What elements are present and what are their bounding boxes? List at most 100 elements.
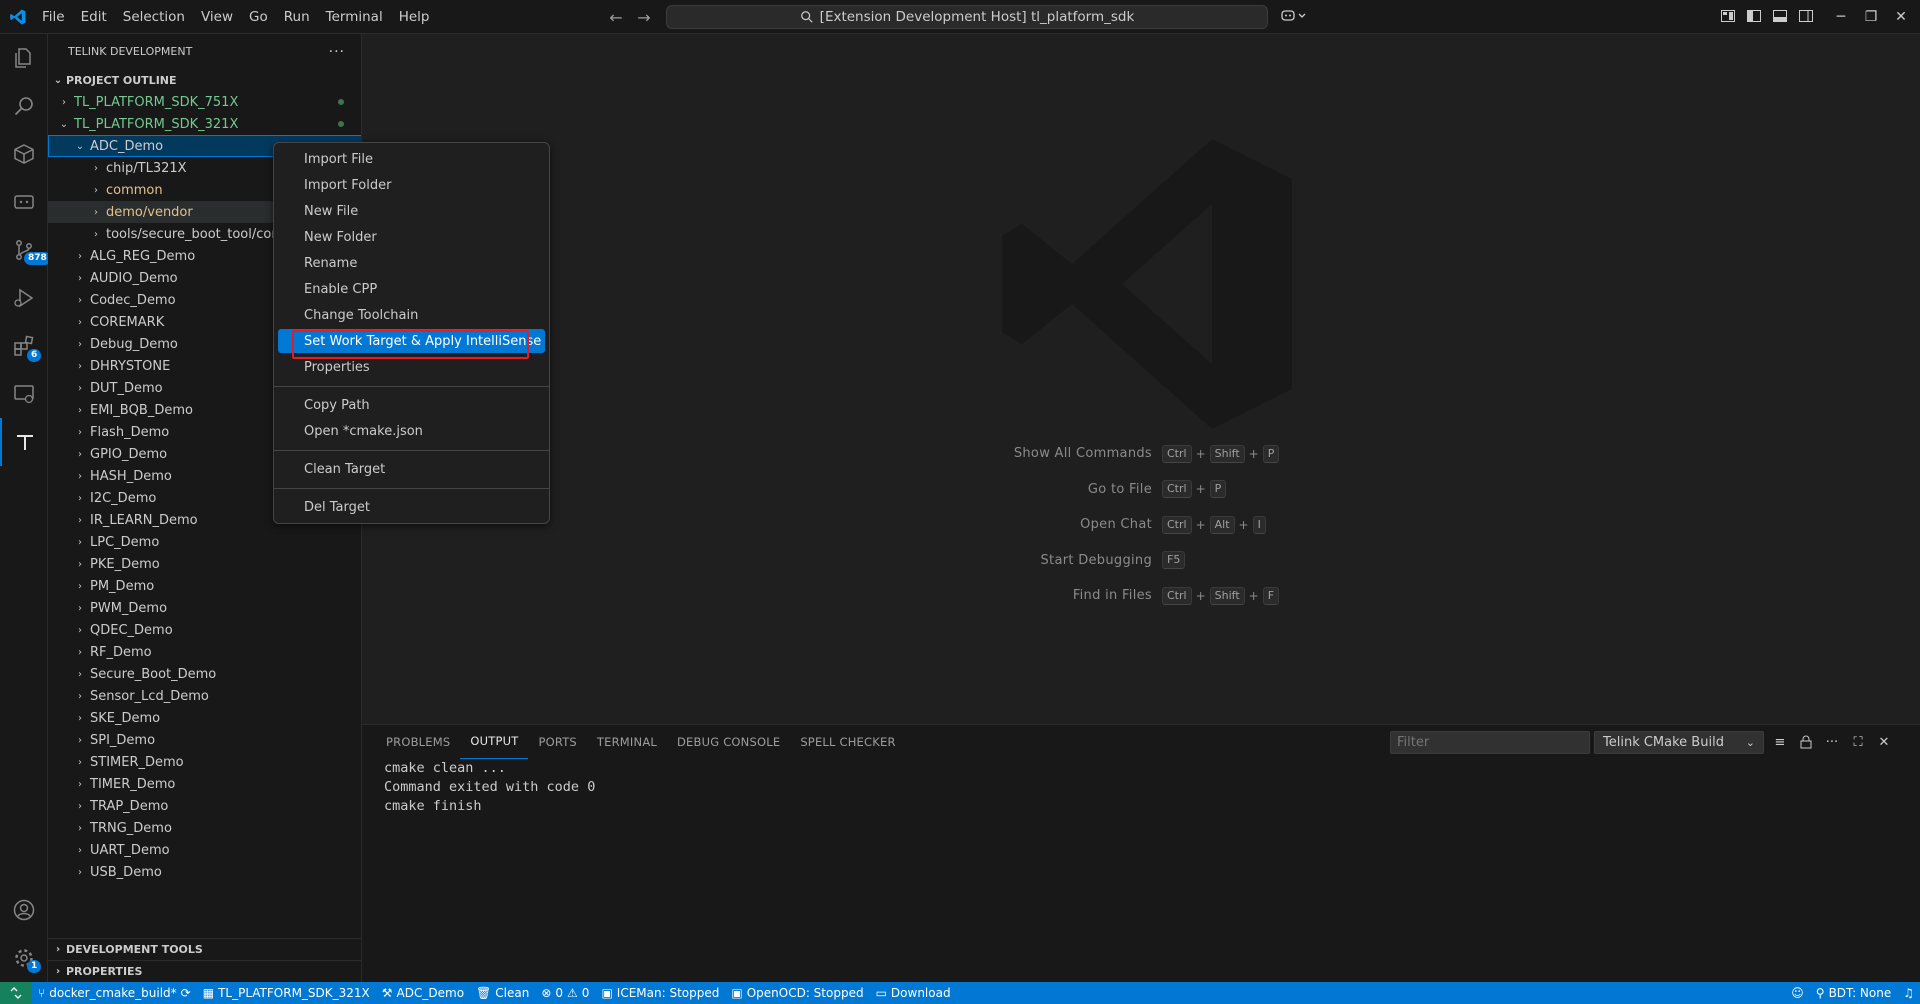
tree-item[interactable]: › TRNG_Demo — [48, 817, 361, 839]
extensions-icon[interactable]: 6 — [0, 322, 48, 370]
tree-item-label: ALG_REG_Demo — [90, 248, 196, 264]
close-window-icon[interactable]: ✕ — [1886, 0, 1916, 34]
tree-item[interactable]: › STIMER_Demo — [48, 751, 361, 773]
context-menu-item[interactable]: Open *cmake.json — [278, 419, 545, 443]
output-filter-input[interactable] — [1390, 731, 1590, 754]
problems-status[interactable]: ⊗ 0 ⚠ 0 — [535, 986, 595, 1000]
more-actions-icon[interactable]: ··· — [1822, 732, 1842, 752]
packages-icon[interactable] — [0, 130, 48, 178]
toggle-secondary-sidebar-icon[interactable] — [1796, 6, 1816, 26]
keybinding-key: Ctrl — [1162, 480, 1192, 499]
tree-item[interactable]: › Sensor_Lcd_Demo — [48, 685, 361, 707]
menu-separator — [274, 488, 549, 489]
branch-status[interactable]: ⑂ docker_cmake_build* ⟳ — [32, 986, 197, 1000]
tree-item[interactable]: › QDEC_Demo — [48, 619, 361, 641]
project-outline-header[interactable]: ⌄ PROJECT OUTLINE — [48, 69, 361, 91]
panel-tab-debug-console[interactable]: DEBUG CONSOLE — [667, 725, 790, 759]
tree-item[interactable]: › TIMER_Demo — [48, 773, 361, 795]
sdk-status[interactable]: ▦ TL_PLATFORM_SDK_321X — [197, 986, 376, 1000]
context-menu-item[interactable]: New File — [278, 199, 545, 223]
menu-terminal[interactable]: Terminal — [318, 0, 391, 34]
chevron-right-icon: › — [62, 96, 66, 108]
explorer-icon[interactable] — [0, 34, 48, 82]
tree-item-label: TIMER_Demo — [90, 776, 176, 792]
tree-item[interactable]: › RF_Demo — [48, 641, 361, 663]
properties-header[interactable]: › PROPERTIES — [48, 960, 361, 982]
tree-item[interactable]: › PKE_Demo — [48, 553, 361, 575]
context-menu-item[interactable]: Del Target — [278, 495, 545, 519]
panel-tab-ports[interactable]: PORTS — [528, 725, 586, 759]
toggle-panel-icon[interactable] — [1770, 6, 1790, 26]
tree-item[interactable]: › TL_PLATFORM_SDK_751X — [48, 91, 361, 113]
lock-scroll-icon[interactable] — [1796, 732, 1816, 752]
context-menu-item[interactable]: Import Folder — [278, 173, 545, 197]
title-bar: File Edit Selection View Go Run Terminal Help ←… — [0, 0, 1920, 34]
remote-explorer-icon[interactable] — [0, 370, 48, 418]
source-control-icon[interactable]: 878 — [0, 226, 51, 274]
menu-run[interactable]: Run — [276, 0, 318, 34]
chip-device-icon[interactable] — [0, 178, 48, 226]
target-status[interactable]: ⚒ ADC_Demo — [376, 986, 470, 1000]
panel-tab-problems[interactable]: PROBLEMS — [376, 725, 460, 759]
manage-gear-icon[interactable]: 1 — [0, 934, 48, 982]
context-menu-item[interactable]: Copy Path — [278, 393, 545, 417]
clean-status[interactable]: 🗑 Clean — [470, 986, 535, 1000]
development-tools-header[interactable]: › DEVELOPMENT TOOLS — [48, 938, 361, 960]
tree-item-label: Sensor_Lcd_Demo — [90, 688, 209, 704]
minimize-icon[interactable]: ─ — [1826, 0, 1856, 34]
tree-item[interactable]: › SPI_Demo — [48, 729, 361, 751]
restore-icon[interactable]: ❐ — [1856, 0, 1886, 34]
copilot-menu-icon[interactable] — [1280, 7, 1308, 29]
close-panel-icon[interactable]: ✕ — [1874, 732, 1894, 752]
tree-item[interactable]: › TRAP_Demo — [48, 795, 361, 817]
back-arrow-icon[interactable]: ← — [606, 7, 626, 27]
tree-item[interactable]: ⌄ TL_PLATFORM_SDK_321X — [48, 113, 361, 135]
context-menu-item[interactable]: Enable CPP — [278, 277, 545, 301]
iceman-status[interactable]: ▣ ICEMan: Stopped — [595, 986, 725, 1000]
tree-item[interactable]: › USB_Demo — [48, 861, 361, 883]
output-channel-select[interactable]: Telink CMake Build ⌄ — [1594, 731, 1764, 754]
menu-help[interactable]: Help — [391, 0, 438, 34]
tree-item[interactable]: › SKE_Demo — [48, 707, 361, 729]
maximize-panel-icon[interactable]: ⛶ — [1848, 732, 1868, 752]
bdt-status[interactable]: ⚲ BDT: None — [1810, 986, 1897, 1000]
customize-layout-icon[interactable] — [1718, 6, 1738, 26]
context-menu-item[interactable]: Change Toolchain — [278, 303, 545, 327]
tree-item[interactable]: › LPC_Demo — [48, 531, 361, 553]
tree-item-label: PM_Demo — [90, 578, 155, 594]
tree-item[interactable]: › UART_Demo — [48, 839, 361, 861]
accounts-icon[interactable] — [0, 886, 48, 934]
toggle-primary-sidebar-icon[interactable] — [1744, 6, 1764, 26]
context-menu-item[interactable]: New Folder — [278, 225, 545, 249]
chevron-right-icon: › — [78, 316, 82, 328]
forward-arrow-icon[interactable]: → — [634, 7, 654, 27]
run-debug-icon[interactable] — [0, 274, 48, 322]
openocd-status[interactable]: ▣ OpenOCD: Stopped — [725, 986, 869, 1000]
more-actions-icon[interactable]: ··· — [329, 44, 345, 60]
menu-file[interactable]: File — [34, 0, 73, 34]
panel-tab-spell-checker[interactable]: SPELL CHECKER — [790, 725, 905, 759]
menu-view[interactable]: View — [193, 0, 241, 34]
menu-go[interactable]: Go — [241, 0, 276, 34]
menu-edit[interactable]: Edit — [73, 0, 115, 34]
tree-item[interactable]: › Secure_Boot_Demo — [48, 663, 361, 685]
clear-output-icon[interactable]: ≡ — [1770, 732, 1790, 752]
copilot-status-icon[interactable]: ☺ — [1785, 986, 1810, 1000]
notifications-bell-icon[interactable]: ♫ — [1897, 986, 1920, 1000]
chevron-right-icon: › — [78, 646, 82, 658]
context-menu-item[interactable]: Import File — [278, 147, 545, 171]
remote-indicator-icon[interactable] — [0, 982, 32, 1004]
context-menu-item[interactable]: Clean Target — [278, 457, 545, 481]
shortcut-hints: Show All Commands Ctrl + Shift + P Go to File C… — [962, 436, 1280, 614]
tree-item[interactable]: › PM_Demo — [48, 575, 361, 597]
chevron-right-icon: › — [94, 228, 98, 240]
panel-tab-terminal[interactable]: TERMINAL — [587, 725, 667, 759]
telink-icon[interactable] — [0, 418, 48, 466]
context-menu-item[interactable]: Rename — [278, 251, 545, 275]
command-center[interactable]: [Extension Development Host] tl_platform… — [666, 5, 1268, 29]
download-status[interactable]: ▭ Download — [870, 986, 957, 1000]
menu-selection[interactable]: Selection — [115, 0, 193, 34]
search-activity-icon[interactable] — [0, 82, 48, 130]
panel-tab-output[interactable]: OUTPUT — [460, 725, 529, 759]
tree-item[interactable]: › PWM_Demo — [48, 597, 361, 619]
